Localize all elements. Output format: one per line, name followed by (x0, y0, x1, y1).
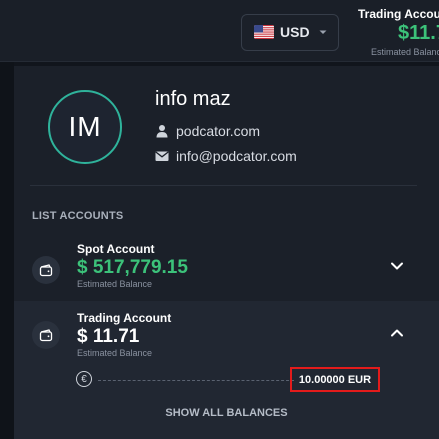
user-name: info maz (155, 88, 231, 110)
wallet-icon (32, 256, 60, 284)
background-strip (0, 62, 14, 439)
chevron-down-icon (319, 30, 327, 34)
top-bar: USD Trading Accoun $11.7 Estimated Balan… (0, 0, 439, 62)
username-row: podcator.com (155, 123, 260, 139)
top-account-title: Trading Accoun (358, 7, 439, 21)
balance-leader-line (98, 380, 294, 381)
divider (30, 185, 417, 186)
wallet-icon (32, 321, 60, 349)
chevron-up-icon[interactable] (389, 325, 405, 341)
top-account-summary[interactable]: Trading Accoun $11.7 Estimated Balanc (358, 7, 439, 57)
currency-selector[interactable]: USD (241, 14, 339, 51)
spot-account-value: $ 517,779.15 (77, 257, 188, 278)
top-account-sub: Estimated Balanc (371, 47, 439, 57)
trading-account-item[interactable]: Trading Account $ 11.71 Estimated Balanc… (14, 301, 439, 439)
trading-account-value: $ 11.71 (77, 326, 140, 347)
balance-amount-highlighted: 10.00000 EUR (290, 367, 380, 392)
top-account-value: $11.7 (398, 22, 439, 44)
email-text: info@podcator.com (176, 148, 297, 164)
trading-account-name: Trading Account (77, 311, 172, 325)
spot-account-name: Spot Account (77, 242, 155, 256)
account-dropdown-panel: IM info maz podcator.com info@podcator.c… (14, 66, 439, 439)
currency-label: USD (280, 24, 310, 40)
euro-icon: € (76, 371, 92, 387)
show-all-balances-link[interactable]: SHOW ALL BALANCES (14, 407, 439, 419)
trading-account-sub: Estimated Balance (77, 348, 153, 358)
us-flag-icon (254, 25, 274, 39)
email-row: info@podcator.com (155, 148, 297, 164)
list-accounts-heading: LIST ACCOUNTS (32, 210, 124, 222)
user-icon (156, 125, 168, 138)
spot-account-sub: Estimated Balance (77, 279, 153, 289)
avatar: IM (48, 90, 122, 164)
avatar-initials: IM (68, 111, 102, 142)
account-popover-screen: USD Trading Accoun $11.7 Estimated Balan… (0, 0, 439, 439)
chevron-down-icon[interactable] (389, 258, 405, 274)
envelope-icon (155, 151, 169, 161)
spot-account-item[interactable]: Spot Account $ 517,779.15 Estimated Bala… (14, 234, 439, 300)
username-text: podcator.com (176, 123, 261, 139)
